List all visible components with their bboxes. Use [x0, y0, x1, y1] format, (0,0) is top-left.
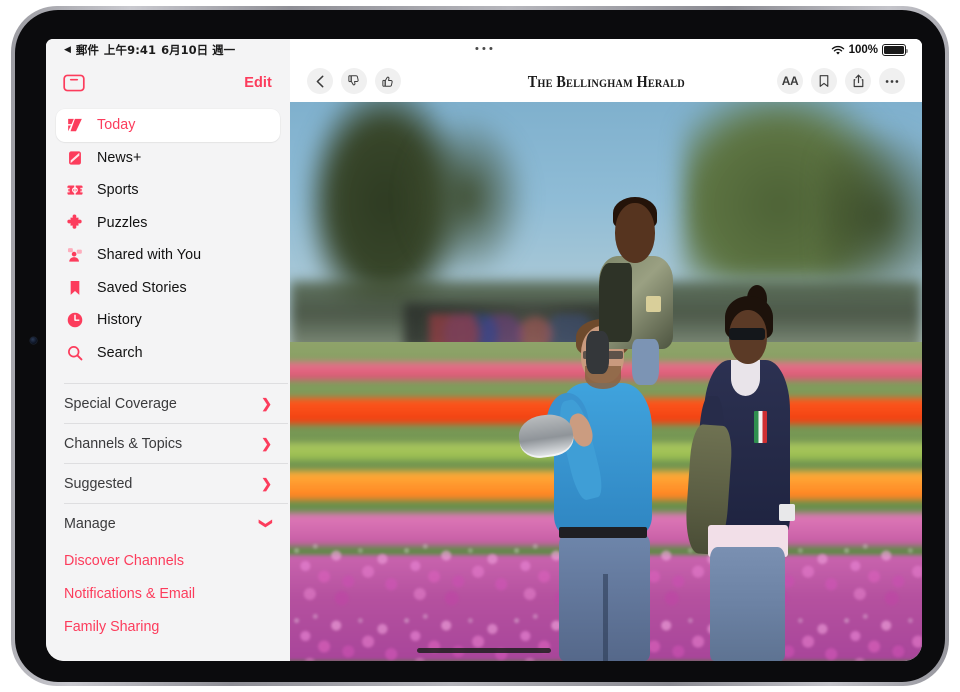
chevron-down-icon: ❯: [260, 518, 273, 529]
manage-link-family-sharing[interactable]: Family Sharing: [64, 611, 288, 644]
ellipsis-icon: [885, 79, 899, 84]
sidebar: Edit Toda: [46, 39, 290, 661]
manage-link-notifications-email[interactable]: Notifications & Email: [64, 578, 288, 611]
group-label: Channels & Topics: [64, 436, 182, 452]
home-indicator[interactable]: [417, 648, 551, 653]
article-pane: The Bellingham Herald AA: [290, 39, 922, 661]
sidebar-item-search[interactable]: Search: [56, 337, 280, 370]
sports-icon: [65, 181, 84, 200]
news-today-icon: [65, 116, 84, 135]
dislike-button[interactable]: [341, 68, 367, 94]
sidebar-group-channels-topics[interactable]: Channels & Topics ❯: [64, 423, 288, 463]
group-label: Suggested: [64, 476, 132, 492]
sidebar-toggle-icon[interactable]: [63, 74, 85, 92]
tulip-field-photo: [290, 102, 922, 661]
chevron-left-icon: [315, 75, 326, 88]
thumbs-up-icon: [381, 74, 395, 88]
search-icon: [65, 343, 84, 362]
sidebar-item-news-plus[interactable]: News+: [56, 142, 280, 175]
sidebar-group-manage[interactable]: Manage ❯: [64, 503, 288, 543]
tree: [404, 113, 530, 281]
thumbs-down-icon: [347, 74, 361, 88]
like-button[interactable]: [375, 68, 401, 94]
sidebar-item-sports[interactable]: Sports: [56, 174, 280, 207]
sidebar-item-label: Search: [97, 345, 143, 361]
article-toolbar: The Bellingham Herald AA: [290, 39, 922, 102]
chevron-right-icon: ❯: [261, 437, 272, 450]
group-label: Special Coverage: [64, 396, 177, 412]
clock-icon: [65, 311, 84, 330]
sidebar-item-today[interactable]: Today: [56, 109, 280, 142]
back-button[interactable]: [307, 68, 333, 94]
tree: [821, 124, 922, 292]
news-plus-icon: [65, 148, 84, 167]
bookmark-icon: [818, 74, 830, 88]
share-icon: [852, 74, 865, 88]
sidebar-item-label: Sports: [97, 182, 139, 198]
person-child-on-shoulders: [593, 203, 681, 382]
bookmark-icon: [65, 278, 84, 297]
sidebar-item-label: Saved Stories: [97, 280, 187, 296]
sidebar-item-puzzles[interactable]: Puzzles: [56, 207, 280, 240]
sidebar-item-shared-with-you[interactable]: Shared with You: [56, 239, 280, 272]
group-label: Manage: [64, 516, 116, 532]
save-button[interactable]: [811, 68, 837, 94]
publication-title: The Bellingham Herald: [527, 72, 684, 92]
sidebar-group-list: Special Coverage ❯ Channels & Topics ❯ S…: [46, 383, 290, 644]
chevron-right-icon: ❯: [261, 397, 272, 410]
sidebar-item-label: Shared with You: [97, 247, 201, 263]
sidebar-group-special-coverage[interactable]: Special Coverage ❯: [64, 383, 288, 423]
sidebar-item-label: Today: [97, 117, 135, 133]
sidebar-group-suggested[interactable]: Suggested ❯: [64, 463, 288, 503]
sidebar-item-label: Puzzles: [97, 215, 147, 231]
text-size-button[interactable]: AA: [777, 68, 803, 94]
puzzle-piece-icon: [65, 213, 84, 232]
sidebar-item-saved-stories[interactable]: Saved Stories: [56, 272, 280, 305]
chevron-right-icon: ❯: [261, 477, 272, 490]
person-woman: [694, 303, 808, 661]
text-size-aa-icon: AA: [782, 74, 799, 88]
sidebar-item-label: History: [97, 312, 142, 328]
more-button[interactable]: [879, 68, 905, 94]
sidebar-item-history[interactable]: History: [56, 304, 280, 337]
shared-with-you-icon: [65, 246, 84, 265]
sidebar-item-label: News+: [97, 150, 141, 166]
device-bezel: ◀ 郵件 上午9:41 6月10日 週一 100%: [15, 10, 945, 682]
sidebar-primary-list: Today News+: [46, 105, 290, 369]
sidebar-header: Edit: [46, 61, 290, 105]
ipad-screen: ◀ 郵件 上午9:41 6月10日 週一 100%: [46, 39, 922, 661]
share-button[interactable]: [845, 68, 871, 94]
toolbar-right-group: AA: [777, 68, 905, 94]
split-view: Edit Toda: [46, 39, 922, 661]
article-hero-photo[interactable]: [290, 102, 922, 661]
manage-link-discover-channels[interactable]: Discover Channels: [64, 545, 288, 578]
front-camera-icon: [30, 337, 37, 344]
toolbar-left-group: [307, 68, 401, 94]
ipad-device-frame: ◀ 郵件 上午9:41 6月10日 週一 100%: [11, 6, 949, 686]
manage-links: Discover Channels Notifications & Email …: [46, 545, 288, 644]
edit-button[interactable]: Edit: [244, 75, 272, 91]
